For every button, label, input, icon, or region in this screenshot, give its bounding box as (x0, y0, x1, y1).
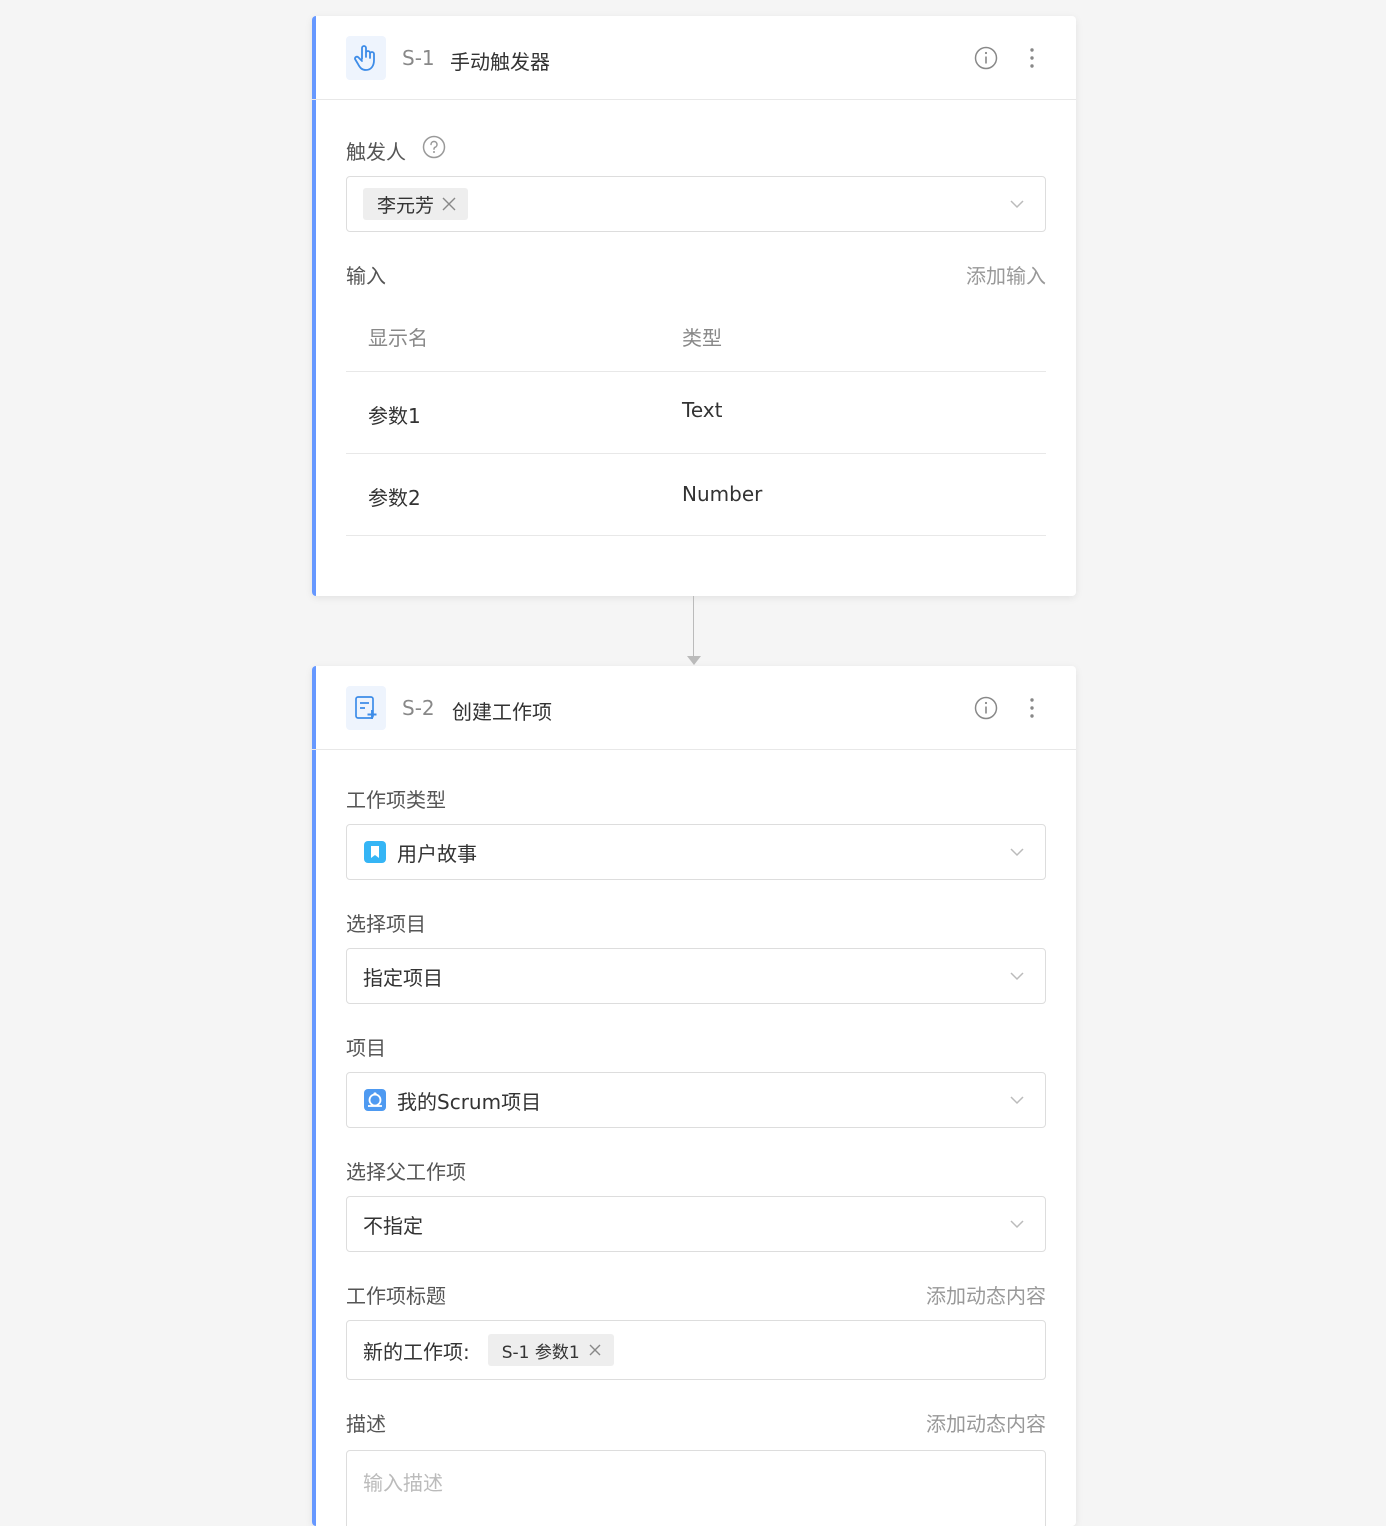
title-label: 工作项标题 (346, 1284, 446, 1308)
more-vertical-icon[interactable] (1024, 46, 1040, 70)
title-input[interactable]: 新的工作项: S-1 参数1 (346, 1320, 1046, 1380)
info-icon[interactable] (974, 46, 998, 70)
step-header: S-1 手动触发器 (312, 16, 1076, 100)
row-name: 参数2 (368, 486, 421, 510)
dynamic-token-label: S-1 参数1 (501, 1342, 580, 1363)
column-header-type: 类型 (682, 326, 722, 350)
close-icon[interactable] (442, 197, 456, 211)
row-type: Text (682, 398, 723, 422)
description-label: 描述 (346, 1412, 386, 1436)
chevron-down-icon (1010, 848, 1024, 857)
add-document-icon (346, 686, 386, 730)
project-label: 项目 (346, 1036, 386, 1060)
table-row[interactable]: 参数1 Text (346, 372, 1046, 454)
step-id: S-2 (402, 696, 435, 720)
project-select[interactable]: 我的Scrum项目 (346, 1072, 1046, 1128)
info-icon[interactable] (974, 696, 998, 720)
select-project-select[interactable]: 指定项目 (346, 948, 1046, 1004)
add-dynamic-content-link[interactable]: 添加动态内容 (926, 1408, 1046, 1437)
select-project-value: 指定项目 (363, 965, 443, 990)
column-header-name: 显示名 (368, 326, 428, 350)
chevron-down-icon (1010, 1220, 1024, 1229)
user-tag: 李元芳 (363, 188, 469, 220)
hand-pointer-icon (346, 36, 386, 80)
step-card-s2[interactable]: S-2 创建工作项 工作项类型 用户故事 选择项目 指定项目 项目 我的Scru… (312, 666, 1076, 1526)
step-title: 手动触发器 (450, 50, 550, 74)
parent-item-value: 不指定 (363, 1213, 423, 1238)
step-header: S-2 创建工作项 (312, 666, 1076, 750)
row-type: Number (682, 482, 763, 506)
table-row[interactable]: 参数2 Number (346, 454, 1046, 536)
select-project-label: 选择项目 (346, 912, 426, 936)
step-id: S-1 (402, 46, 435, 70)
chevron-down-icon (1010, 972, 1024, 981)
work-type-select[interactable]: 用户故事 (346, 824, 1046, 880)
project-value: 我的Scrum项目 (397, 1089, 542, 1114)
table-header: 显示名 类型 (346, 306, 1046, 372)
step-title: 创建工作项 (452, 700, 552, 724)
trigger-user-label: 触发人 (346, 140, 406, 164)
arrow-down-icon (687, 656, 701, 665)
chevron-down-icon (1010, 200, 1024, 209)
description-placeholder: 输入描述 (363, 1471, 443, 1495)
parent-item-select[interactable]: 不指定 (346, 1196, 1046, 1252)
chevron-down-icon (1010, 1096, 1024, 1105)
bookmark-icon (364, 841, 386, 863)
trigger-user-select[interactable]: 李元芳 (346, 176, 1046, 232)
close-icon[interactable] (588, 1343, 602, 1357)
row-name: 参数1 (368, 404, 421, 428)
description-input[interactable]: 输入描述 (346, 1450, 1046, 1526)
step-card-s1[interactable]: S-1 手动触发器 触发人 李元芳 输入 添加输入 显示名 类型 参数1 Tex… (312, 16, 1076, 596)
title-prefix: 新的工作项: (363, 1339, 470, 1364)
user-tag-label: 李元芳 (377, 194, 435, 217)
flow-connector-line (693, 596, 694, 658)
help-icon[interactable] (422, 135, 446, 159)
add-input-link[interactable]: 添加输入 (966, 260, 1046, 289)
work-type-label: 工作项类型 (346, 788, 446, 812)
more-vertical-icon[interactable] (1024, 696, 1040, 720)
dynamic-token-tag: S-1 参数1 (487, 1334, 614, 1366)
work-type-value: 用户故事 (397, 841, 477, 866)
parent-item-label: 选择父工作项 (346, 1160, 466, 1184)
input-label: 输入 (346, 264, 386, 288)
project-icon (364, 1089, 386, 1111)
add-dynamic-content-link[interactable]: 添加动态内容 (926, 1280, 1046, 1309)
